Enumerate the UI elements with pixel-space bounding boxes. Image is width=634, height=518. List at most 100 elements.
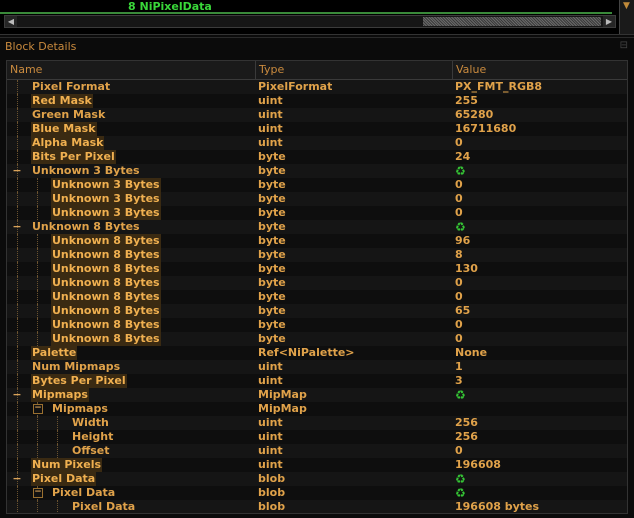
row-value[interactable]: PX_FMT_RGB8 [455, 80, 542, 94]
refresh-icon[interactable]: ♻ [455, 472, 466, 486]
row-value[interactable]: 0 [455, 136, 463, 150]
row-value[interactable]: 8 [455, 248, 463, 262]
row-name: Unknown 8 Bytes [51, 318, 161, 332]
row-value[interactable]: 0 [455, 444, 463, 458]
tree-row[interactable]: Red Mask uint 255 [7, 94, 627, 108]
row-value[interactable]: 130 [455, 262, 478, 276]
row-name: Num Pixels [31, 458, 103, 472]
column-header-value[interactable]: Value [453, 61, 627, 79]
scroll-down-arrow-icon[interactable]: ▼ [623, 2, 630, 11]
refresh-icon[interactable]: ♻ [455, 164, 466, 178]
tree-row[interactable]: − Mipmaps MipMap ♻ [7, 388, 627, 402]
dock-icon[interactable]: ⊟ [620, 40, 628, 51]
row-value[interactable]: 256 [455, 430, 478, 444]
row-value[interactable]: 65 [455, 304, 470, 318]
row-value[interactable]: 1 [455, 360, 463, 374]
block-details-tree[interactable]: Name Type Value Pixel Format PixelFormat P… [6, 60, 628, 514]
row-name: Pixel Format [32, 80, 111, 93]
row-value[interactable]: 0 [455, 290, 463, 304]
tree-row[interactable]: Unknown 8 Bytes byte 0 [7, 332, 627, 346]
row-value[interactable]: 24 [455, 150, 470, 164]
row-value[interactable]: 0 [455, 318, 463, 332]
row-value[interactable]: 196608 bytes [455, 500, 539, 513]
tree-row[interactable]: − Unknown 3 Bytes byte ♻ [7, 164, 627, 178]
column-header-type[interactable]: Type [256, 61, 453, 79]
tree-row[interactable]: Unknown 3 Bytes byte 0 [7, 206, 627, 220]
tree-row[interactable]: Alpha Mask uint 0 [7, 136, 627, 150]
tree-row[interactable]: Bits Per Pixel byte 24 [7, 150, 627, 164]
row-value[interactable]: 0 [455, 192, 463, 206]
block-list[interactable]: 8 NiPixelData ◀ ▶ ▼ [0, 0, 634, 35]
tree-row[interactable]: Unknown 3 Bytes byte 0 [7, 178, 627, 192]
collapse-icon[interactable]: − [12, 388, 22, 402]
tree-row[interactable]: Bytes Per Pixel uint 3 [7, 374, 627, 388]
row-value[interactable]: 96 [455, 234, 470, 248]
row-name-cell: Alpha Mask [7, 136, 255, 150]
tree-row[interactable]: Offset uint 0 [7, 444, 627, 458]
tree-row[interactable]: Unknown 8 Bytes byte 0 [7, 318, 627, 332]
row-type: byte [258, 276, 286, 289]
scroll-left-arrow-icon[interactable]: ◀ [5, 16, 17, 27]
row-value[interactable]: 0 [455, 332, 463, 346]
row-name: Bytes Per Pixel [31, 374, 127, 388]
tree-row[interactable]: Unknown 8 Bytes byte 0 [7, 290, 627, 304]
row-value[interactable]: 16711680 [455, 122, 516, 136]
scroll-right-arrow-icon[interactable]: ▶ [603, 16, 615, 27]
row-value[interactable]: 0 [455, 178, 463, 192]
tree-row[interactable]: Unknown 8 Bytes byte 0 [7, 276, 627, 290]
row-name: Mipmaps [52, 402, 108, 415]
row-value[interactable]: 0 [455, 276, 463, 290]
collapse-icon[interactable]: − [12, 220, 22, 234]
tree-row[interactable]: Width uint 256 [7, 416, 627, 430]
row-name: Unknown 8 Bytes [51, 234, 161, 248]
row-type: byte [258, 150, 286, 163]
tree-row[interactable]: − Pixel Data blob ♻ [7, 486, 627, 500]
horizontal-scrollbar[interactable]: ◀ ▶ [4, 15, 616, 28]
vertical-scrollbar[interactable]: ▼ [619, 0, 634, 34]
row-value[interactable]: 256 [455, 416, 478, 430]
tree-row[interactable]: Num Mipmaps uint 1 [7, 360, 627, 374]
column-header-name[interactable]: Name [7, 61, 256, 79]
row-name-cell: Unknown 8 Bytes [7, 276, 255, 290]
tree-row[interactable]: Palette Ref<NiPalette> None [7, 346, 627, 360]
row-type: uint [258, 458, 283, 471]
tree-row[interactable]: Pixel Data blob 196608 bytes [7, 500, 627, 513]
tree-row[interactable]: Unknown 8 Bytes byte 8 [7, 248, 627, 262]
row-type: byte [258, 192, 286, 205]
row-name-cell: Blue Mask [7, 122, 255, 136]
tree-row[interactable]: Blue Mask uint 16711680 [7, 122, 627, 136]
tree-header: Name Type Value [7, 61, 627, 80]
refresh-icon[interactable]: ♻ [455, 388, 466, 402]
row-value[interactable]: 3 [455, 374, 463, 388]
tree-row[interactable]: − Unknown 8 Bytes byte ♻ [7, 220, 627, 234]
tree-row[interactable]: Num Pixels uint 196608 [7, 458, 627, 472]
block-list-item-selected[interactable]: 8 NiPixelData [0, 0, 620, 14]
row-value[interactable]: 196608 [455, 458, 501, 472]
tree-row[interactable]: Unknown 8 Bytes byte 130 [7, 262, 627, 276]
scroll-thumb[interactable] [423, 17, 601, 26]
tree-row[interactable]: Green Mask uint 65280 [7, 108, 627, 122]
row-type: byte [258, 234, 286, 247]
tree-row[interactable]: − Mipmaps MipMap [7, 402, 627, 416]
collapse-icon[interactable]: − [12, 164, 22, 178]
collapse-icon[interactable]: − [33, 488, 43, 498]
row-value[interactable]: None [455, 346, 487, 360]
tree-row[interactable]: Unknown 3 Bytes byte 0 [7, 192, 627, 206]
tree-row[interactable]: − Pixel Data blob ♻ [7, 472, 627, 486]
row-value[interactable]: 0 [455, 206, 463, 220]
row-type: byte [258, 318, 286, 331]
tree-row[interactable]: Pixel Format PixelFormat PX_FMT_RGB8 [7, 80, 627, 94]
row-value[interactable]: 255 [455, 94, 478, 108]
refresh-icon[interactable]: ♻ [455, 220, 466, 234]
tree-row[interactable]: Unknown 8 Bytes byte 65 [7, 304, 627, 318]
refresh-icon[interactable]: ♻ [455, 486, 466, 500]
collapse-icon[interactable]: − [12, 472, 22, 486]
row-name-cell: − Mipmaps [7, 388, 255, 402]
row-value[interactable]: 65280 [455, 108, 493, 122]
row-name: Palette [31, 346, 78, 360]
tree-row[interactable]: Unknown 8 Bytes byte 96 [7, 234, 627, 248]
row-name-cell: Unknown 3 Bytes [7, 206, 255, 220]
row-name-cell: Bytes Per Pixel [7, 374, 255, 388]
collapse-icon[interactable]: − [33, 404, 43, 414]
tree-row[interactable]: Height uint 256 [7, 430, 627, 444]
